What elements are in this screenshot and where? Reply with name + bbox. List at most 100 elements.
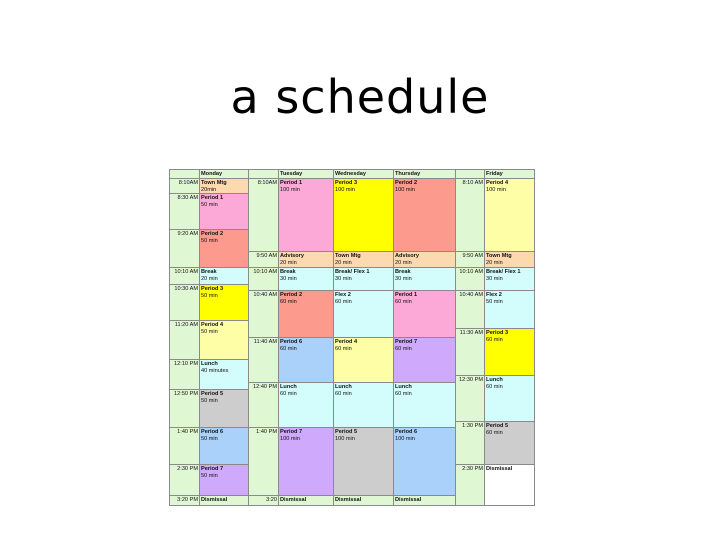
tuesday-block: Dismissal bbox=[278, 495, 334, 506]
block-name: Lunch bbox=[395, 384, 412, 390]
block-name: Period 5 bbox=[201, 391, 224, 397]
block-duration: 60 min bbox=[395, 298, 412, 305]
block-name: Period 4 bbox=[486, 180, 509, 186]
block-duration: 100 min bbox=[335, 186, 355, 193]
block-duration: 50 min bbox=[201, 328, 218, 335]
tuesday-block: Period 2 60 min bbox=[278, 290, 334, 338]
friday_times-time: 2:30 PM bbox=[455, 464, 485, 506]
monday_times-time: 2:30 PM bbox=[169, 464, 200, 496]
time-label: 10:10 AM bbox=[253, 269, 277, 275]
block-name: Period 1 bbox=[201, 195, 224, 201]
block-name: Dismissal bbox=[335, 497, 362, 503]
tuesday_times-time: 11:40 AM bbox=[248, 337, 279, 383]
wednesday-block: Break/ Flex 1 30 min bbox=[333, 267, 394, 291]
block-name: Flex 2 bbox=[486, 292, 502, 298]
block-duration: 50 min bbox=[201, 292, 218, 299]
monday_times-time: 11:20 AM bbox=[169, 320, 200, 360]
block-name: Period 3 bbox=[201, 286, 224, 292]
block-name: Lunch bbox=[280, 384, 297, 390]
block-name: Period 7 bbox=[395, 339, 418, 345]
time-label: 2:30 PM bbox=[462, 466, 483, 472]
monday-block: Period 5 50 min bbox=[199, 389, 249, 428]
thursday-block: Period 2 100 min bbox=[393, 178, 456, 252]
wednesday-block: Period 3 100 min bbox=[333, 178, 394, 252]
day-header-label: Monday bbox=[201, 171, 223, 177]
block-duration: 60 min bbox=[486, 336, 503, 343]
block-duration: 20 min bbox=[486, 259, 503, 266]
block-name: Lunch bbox=[201, 361, 218, 367]
block-name: Break/ Flex 1 bbox=[486, 269, 521, 275]
block-name: Period 3 bbox=[486, 330, 509, 336]
monday_times-time: 9:20 AM bbox=[169, 229, 200, 268]
time-label: 12:10 PM bbox=[174, 361, 198, 367]
block-duration: 40 minutes bbox=[201, 367, 229, 374]
block-name: Break bbox=[395, 269, 411, 275]
time-label: 1:30 PM bbox=[462, 423, 483, 429]
thursday-block: Lunch 60 min bbox=[393, 382, 456, 428]
block-duration: 60 min bbox=[280, 390, 297, 397]
friday-block: Flex 2 50 min bbox=[484, 290, 535, 329]
block-duration: 100 min bbox=[395, 186, 415, 193]
time-label: 3:20 PM bbox=[177, 497, 198, 503]
block-name: Period 6 bbox=[201, 429, 224, 435]
friday_times-time: 11:30 AM bbox=[455, 328, 485, 376]
monday_times-time: 12:50 PM bbox=[169, 389, 200, 428]
block-name: Period 5 bbox=[335, 429, 358, 435]
tuesday_times-time: 3:20 bbox=[248, 495, 279, 506]
monday_times-time: 12:10 PM bbox=[169, 359, 200, 390]
thursday-block: Break 30 min bbox=[393, 267, 456, 291]
block-name: Period 6 bbox=[280, 339, 303, 345]
block-name: Period 4 bbox=[201, 322, 224, 328]
block-duration: 60 min bbox=[395, 345, 412, 352]
time-label: 8:10 AM bbox=[462, 180, 483, 186]
tuesday_times-time: 12:40 PM bbox=[248, 382, 279, 428]
block-duration: 50 min bbox=[201, 435, 218, 442]
monday-block: Break 20 min bbox=[199, 267, 249, 285]
block-name: Period 3 bbox=[335, 180, 358, 186]
block-duration: 30 min bbox=[280, 275, 297, 282]
schedule-grid: Monday Tuesday Wednesday Thursday Friday 8:10… bbox=[0, 0, 720, 540]
tuesday-block: Period 7 100 min bbox=[278, 427, 334, 496]
block-duration: 50 min bbox=[201, 237, 218, 244]
time-label: 12:40 PM bbox=[253, 384, 277, 390]
tuesday_times-time: 1:40 PM bbox=[248, 427, 279, 496]
block-name: Period 7 bbox=[280, 429, 303, 435]
wednesday-block: Period 5 100 min bbox=[333, 427, 394, 496]
block-name: Period 1 bbox=[395, 292, 418, 298]
time-label: 9:20 AM bbox=[177, 231, 198, 237]
block-name: Period 2 bbox=[280, 292, 303, 298]
block-duration: 30 min bbox=[395, 275, 412, 282]
monday-block: Dismissal bbox=[199, 495, 249, 506]
wednesday-block: Dismissal bbox=[333, 495, 394, 506]
block-duration: 50 min bbox=[201, 472, 218, 479]
block-duration: 50 min bbox=[201, 397, 218, 404]
block-duration: 100 min bbox=[280, 186, 300, 193]
block-duration: 100 min bbox=[395, 435, 415, 442]
time-label: 2:30 PM bbox=[177, 466, 198, 472]
thursday-block: Period 1 60 min bbox=[393, 290, 456, 338]
friday-block: Town Mtg 20 min bbox=[484, 251, 535, 268]
block-duration: 60 min bbox=[335, 298, 352, 305]
tuesday-block: Break 30 min bbox=[278, 267, 334, 291]
block-duration: 100 min bbox=[280, 435, 300, 442]
friday-block: Break/ Flex 1 30 min bbox=[484, 267, 535, 291]
block-name: Period 2 bbox=[395, 180, 418, 186]
block-duration: 20 min bbox=[280, 259, 297, 266]
monday-block: Lunch 40 minutes bbox=[199, 359, 249, 390]
monday-block: Period 1 50 min bbox=[199, 193, 249, 230]
block-duration: 30 min bbox=[335, 275, 352, 282]
time-label: 11:40 AM bbox=[253, 339, 277, 345]
block-duration: 60 min bbox=[486, 429, 503, 436]
block-name: Break bbox=[201, 269, 217, 275]
thursday-block: Dismissal bbox=[393, 495, 456, 506]
block-name: Period 6 bbox=[395, 429, 418, 435]
time-label: 10:10 AM bbox=[459, 269, 483, 275]
monday_times-time: 10:30 AM bbox=[169, 284, 200, 321]
friday-block: Period 5 60 min bbox=[484, 421, 535, 465]
block-duration: 50 min bbox=[201, 201, 218, 208]
block-duration: 30 min bbox=[486, 275, 503, 282]
monday_times-time: 1:40 PM bbox=[169, 427, 200, 465]
day-header-label: Friday bbox=[486, 171, 503, 177]
time-label: 1:40 PM bbox=[177, 429, 198, 435]
block-duration: 60 min bbox=[280, 298, 297, 305]
